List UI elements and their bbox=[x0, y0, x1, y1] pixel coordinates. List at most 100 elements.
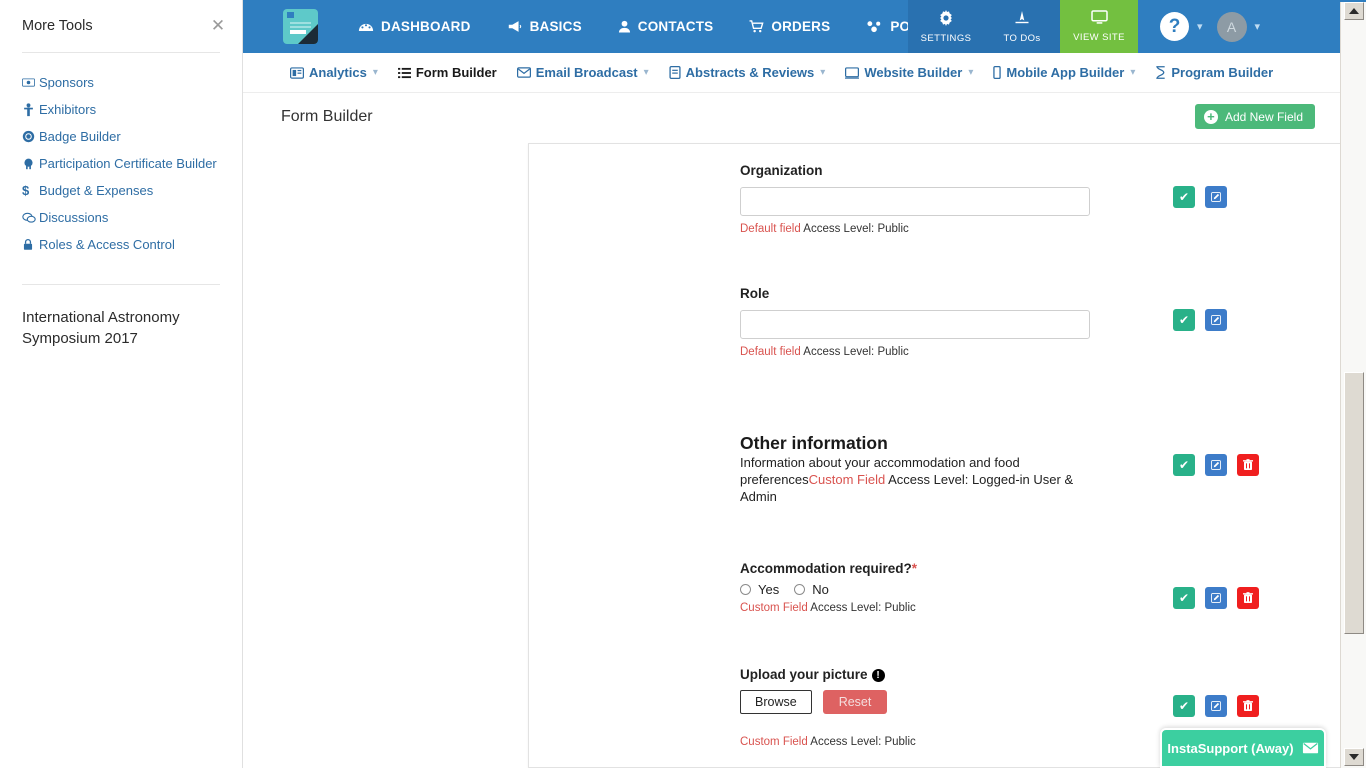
radio-yes[interactable] bbox=[740, 584, 751, 595]
tab-website-builder[interactable]: Website Builder ▾ bbox=[845, 65, 973, 80]
check-icon[interactable]: ✔ bbox=[1173, 309, 1195, 331]
organization-input[interactable] bbox=[740, 187, 1090, 216]
radio-no[interactable] bbox=[794, 584, 806, 595]
check-icon[interactable]: ✔ bbox=[1173, 587, 1195, 609]
top-header: DASHBOARD BASICS CONTACTS ORDERS POWER-U… bbox=[243, 0, 1340, 53]
reset-button[interactable]: Reset bbox=[822, 690, 888, 714]
page-header: Form Builder + Add New Field bbox=[243, 93, 1340, 140]
list-icon bbox=[397, 67, 411, 79]
field-access: Access Level: Public bbox=[807, 602, 916, 614]
sidebar-item-badge-builder[interactable]: Badge Builder bbox=[0, 123, 242, 150]
nav-item-basics[interactable]: BASICS bbox=[489, 0, 600, 53]
chat-widget-label: InstaSupport (Away) bbox=[1167, 740, 1294, 756]
nav-item-orders[interactable]: ORDERS bbox=[731, 0, 848, 53]
view-site-button[interactable]: VIEW SITE bbox=[1060, 0, 1138, 53]
app-logo-icon[interactable] bbox=[283, 9, 318, 44]
sidebar-item-roles-access-control[interactable]: Roles & Access Control bbox=[0, 231, 242, 258]
help-icon[interactable]: ? bbox=[1160, 12, 1189, 41]
megaphone-icon bbox=[507, 20, 523, 33]
browse-button[interactable]: Browse bbox=[740, 690, 812, 714]
field-label-text: Accommodation required? bbox=[740, 561, 912, 576]
chevron-down-icon: ▾ bbox=[820, 67, 826, 78]
lock-icon bbox=[22, 238, 39, 251]
role-input[interactable] bbox=[740, 310, 1090, 339]
file-upload-controls: Browse Reset bbox=[740, 690, 1366, 714]
sub-navigation: Analytics ▾ Form Builder Email Broadcast… bbox=[243, 53, 1340, 93]
tab-form-builder[interactable]: Form Builder bbox=[397, 65, 497, 80]
form-fields-panel: Organization Default field Access Level:… bbox=[528, 143, 1366, 768]
field-tag: Default field bbox=[740, 346, 801, 358]
window-icon bbox=[845, 66, 860, 79]
page-scrollbar[interactable] bbox=[1340, 0, 1366, 768]
check-icon[interactable]: ✔ bbox=[1173, 695, 1195, 717]
envelope-icon bbox=[1302, 742, 1319, 755]
sidebar-item-sponsors[interactable]: Sponsors bbox=[0, 69, 242, 96]
field-access: Access Level: Public bbox=[800, 223, 909, 235]
chevron-down-icon: ▾ bbox=[372, 67, 378, 78]
field-actions: ✔ bbox=[1173, 309, 1227, 331]
check-icon[interactable]: ✔ bbox=[1173, 454, 1195, 476]
nav-item-settings[interactable]: SETTINGS bbox=[908, 0, 984, 53]
chevron-down-icon: ▾ bbox=[968, 67, 974, 78]
mobile-icon bbox=[993, 66, 1002, 79]
pencil-square-icon[interactable] bbox=[1205, 309, 1227, 331]
analytics-icon bbox=[290, 66, 304, 79]
field-label: Role bbox=[740, 286, 770, 301]
tab-abstracts-reviews[interactable]: Abstracts & Reviews ▾ bbox=[669, 65, 826, 80]
tab-label: Website Builder bbox=[864, 65, 963, 80]
nav-item-todos[interactable]: TO DOs bbox=[984, 0, 1060, 53]
sidebar-header: More Tools ✕ bbox=[0, 0, 242, 50]
pencil-square-icon[interactable] bbox=[1205, 454, 1227, 476]
field-access: Access Level: Public bbox=[800, 346, 909, 358]
form-field-accommodation-required: Accommodation required?* Yes No Custom F… bbox=[529, 505, 1366, 614]
sidebar-item-budget-expenses[interactable]: $ Budget & Expenses bbox=[0, 177, 242, 204]
field-meta: Default field Access Level: Public bbox=[740, 223, 1366, 235]
monitor-icon bbox=[1090, 10, 1108, 28]
comments-icon bbox=[22, 212, 39, 224]
add-new-field-button[interactable]: + Add New Field bbox=[1194, 104, 1315, 129]
tab-label: Program Builder bbox=[1171, 65, 1274, 80]
tab-label: Email Broadcast bbox=[535, 65, 638, 80]
account-chevron-down-icon[interactable]: ▾ bbox=[1255, 20, 1261, 33]
sidebar-item-discussions[interactable]: Discussions bbox=[0, 204, 242, 231]
sidebar-item-participation-certificate-builder[interactable]: Participation Certificate Builder bbox=[0, 150, 242, 177]
gear-icon bbox=[938, 9, 954, 29]
dollar-sign-icon: $ bbox=[22, 182, 30, 198]
close-icon[interactable]: ✕ bbox=[210, 17, 226, 35]
tab-program-builder[interactable]: Program Builder bbox=[1155, 65, 1273, 80]
form-field-role: Role Default field Access Level: Public … bbox=[529, 235, 1366, 358]
instasupport-chat-widget[interactable]: InstaSupport (Away) bbox=[1160, 728, 1326, 768]
badge-icon bbox=[22, 130, 39, 143]
help-chevron-down-icon[interactable]: ▾ bbox=[1197, 20, 1203, 33]
hourglass-icon bbox=[1155, 66, 1166, 79]
field-meta: Custom Field Access Level: Public bbox=[740, 602, 1366, 614]
nav-item-dashboard[interactable]: DASHBOARD bbox=[340, 0, 489, 53]
scrollbar-thumb[interactable] bbox=[1344, 372, 1364, 634]
scroll-up-arrow-icon[interactable] bbox=[1344, 2, 1364, 20]
section-description: Information about your accommodation and… bbox=[740, 454, 1080, 505]
sidebar-item-label: Exhibitors bbox=[39, 101, 97, 117]
pencil-square-icon[interactable] bbox=[1205, 695, 1227, 717]
pencil-square-icon[interactable] bbox=[1205, 186, 1227, 208]
trash-icon[interactable] bbox=[1237, 695, 1259, 717]
tab-analytics[interactable]: Analytics ▾ bbox=[290, 65, 378, 80]
check-icon[interactable]: ✔ bbox=[1173, 186, 1195, 208]
trash-icon[interactable] bbox=[1237, 454, 1259, 476]
dashboard-icon bbox=[358, 20, 374, 33]
money-bill-icon bbox=[22, 76, 39, 89]
sidebar-item-exhibitors[interactable]: Exhibitors bbox=[0, 96, 242, 123]
tab-label: Analytics bbox=[309, 65, 367, 80]
trash-icon[interactable] bbox=[1237, 587, 1259, 609]
view-site-label: VIEW SITE bbox=[1073, 32, 1125, 43]
scroll-down-arrow-icon[interactable] bbox=[1344, 748, 1364, 766]
form-field-organization: Organization Default field Access Level:… bbox=[529, 144, 1366, 235]
tab-email-broadcast[interactable]: Email Broadcast ▾ bbox=[516, 65, 649, 80]
tab-mobile-app-builder[interactable]: Mobile App Builder ▾ bbox=[993, 65, 1135, 80]
avatar[interactable]: A bbox=[1216, 11, 1247, 42]
pencil-square-icon[interactable] bbox=[1205, 587, 1227, 609]
sidebar-item-label: Sponsors bbox=[39, 74, 94, 90]
utility-navigation: SETTINGS TO DOs VIEW SITE ? ▾ A ▾ bbox=[908, 0, 1340, 53]
field-access: Access Level: Public bbox=[807, 736, 916, 748]
radio-group-accommodation: Yes No bbox=[740, 582, 1366, 597]
nav-item-contacts[interactable]: CONTACTS bbox=[600, 0, 732, 53]
